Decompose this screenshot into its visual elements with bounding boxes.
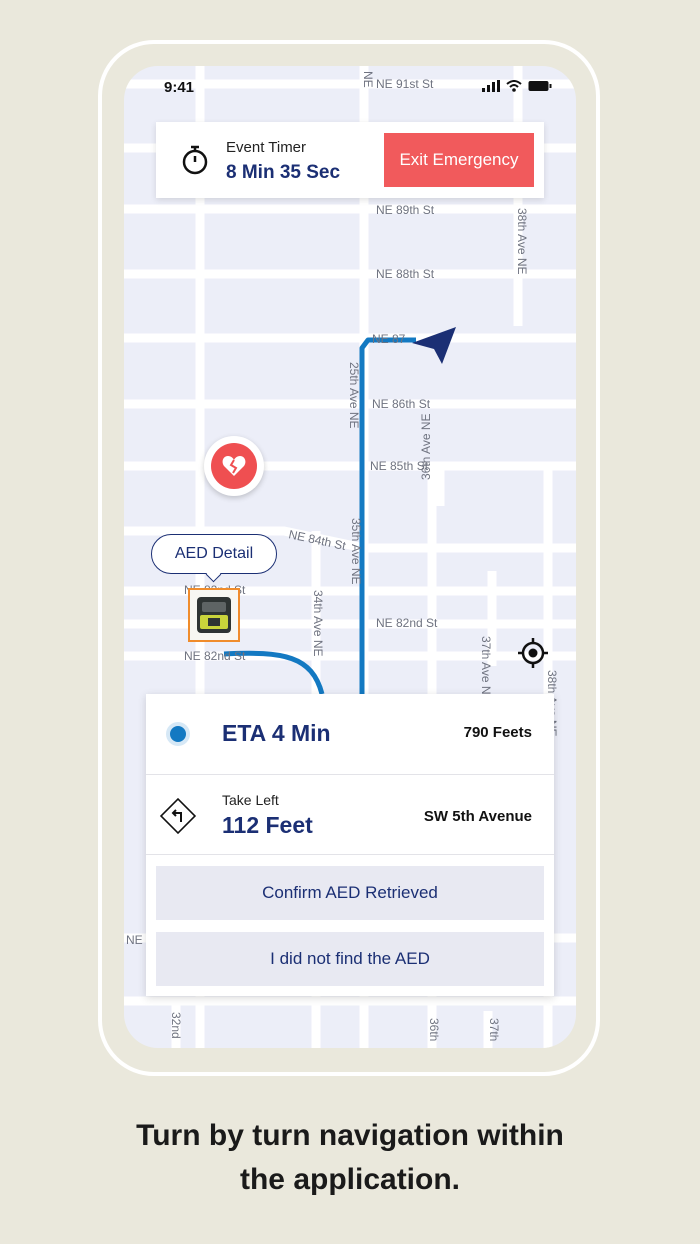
avenue-label: 37th	[487, 1018, 501, 1041]
aed-device-icon	[197, 597, 231, 633]
status-time: 9:41	[164, 79, 195, 96]
street-label: NE 86th St	[372, 397, 431, 411]
street-label: NE 88th St	[376, 267, 435, 281]
turn-instruction-row: Take Left 112 Feet SW 5th Avenue	[146, 774, 554, 855]
street-label: NE 82nd St	[376, 616, 438, 630]
recenter-location-icon[interactable]	[516, 636, 550, 670]
caption-line-2: the application.	[239, 1163, 461, 1196]
confirm-aed-retrieved-button[interactable]: Confirm AED Retrieved	[156, 866, 544, 920]
avenue-label: 36th Ave NE	[419, 414, 433, 481]
turn-street: SW 5th Avenue	[423, 808, 532, 825]
event-timer-card: Event Timer 8 Min 35 Sec Exit Emergency	[156, 122, 544, 198]
eta-distance: 790 Feets	[463, 724, 532, 741]
turn-left-icon	[159, 797, 197, 835]
caption-line-1: Turn by turn navigation within	[136, 1119, 564, 1152]
timer-value: 8 Min 35 Sec	[226, 162, 341, 183]
eta-text: ETA 4 Min	[222, 720, 331, 746]
exit-emergency-button[interactable]: Exit Emergency	[384, 133, 534, 187]
stopwatch-icon	[182, 145, 208, 175]
aed-detail-bubble[interactable]: AED Detail	[151, 534, 277, 574]
street-label: NE	[126, 933, 143, 947]
avenue-label: NE	[361, 71, 375, 88]
turn-label: Take Left	[222, 792, 279, 808]
navigation-card: ETA 4 Min 790 Feets Take Left 112 Feet S…	[146, 694, 554, 996]
aed-device-marker[interactable]	[188, 588, 240, 642]
avenue-label: 25th Ave NE	[347, 362, 361, 429]
app-screen: NE 91st St NE 89th St NE 88th St NE 87 N…	[124, 66, 576, 1048]
street-label: NE 82nd St	[184, 649, 246, 663]
street-label: NE 89th St	[376, 203, 435, 217]
street-label: NE 91st St	[376, 77, 434, 91]
signal-icon	[482, 80, 500, 92]
avenue-label: 37th Ave NE	[479, 636, 493, 703]
timer-label: Event Timer	[226, 139, 307, 156]
status-icons	[482, 80, 552, 92]
eta-row: ETA 4 Min 790 Feets	[146, 694, 554, 775]
heart-marker-inner	[211, 443, 257, 489]
wifi-icon	[506, 80, 522, 92]
avenue-label: 35th Ave NE	[349, 518, 363, 585]
user-location-arrow-icon	[412, 327, 456, 364]
avenue-label: 36th	[427, 1018, 441, 1041]
avenue-label: 34th Ave NE	[311, 590, 325, 657]
broken-heart-icon	[222, 456, 246, 476]
battery-icon	[528, 81, 552, 91]
current-location-dot-icon	[170, 726, 186, 742]
aed-not-found-button[interactable]: I did not find the AED	[156, 932, 544, 986]
avenue-label: 38th Ave NE	[515, 208, 529, 275]
avenue-label: 32nd	[169, 1012, 183, 1039]
turn-distance: 112 Feet	[222, 812, 313, 838]
cardiac-event-marker[interactable]	[204, 436, 264, 496]
street-label: NE 87	[372, 332, 406, 346]
